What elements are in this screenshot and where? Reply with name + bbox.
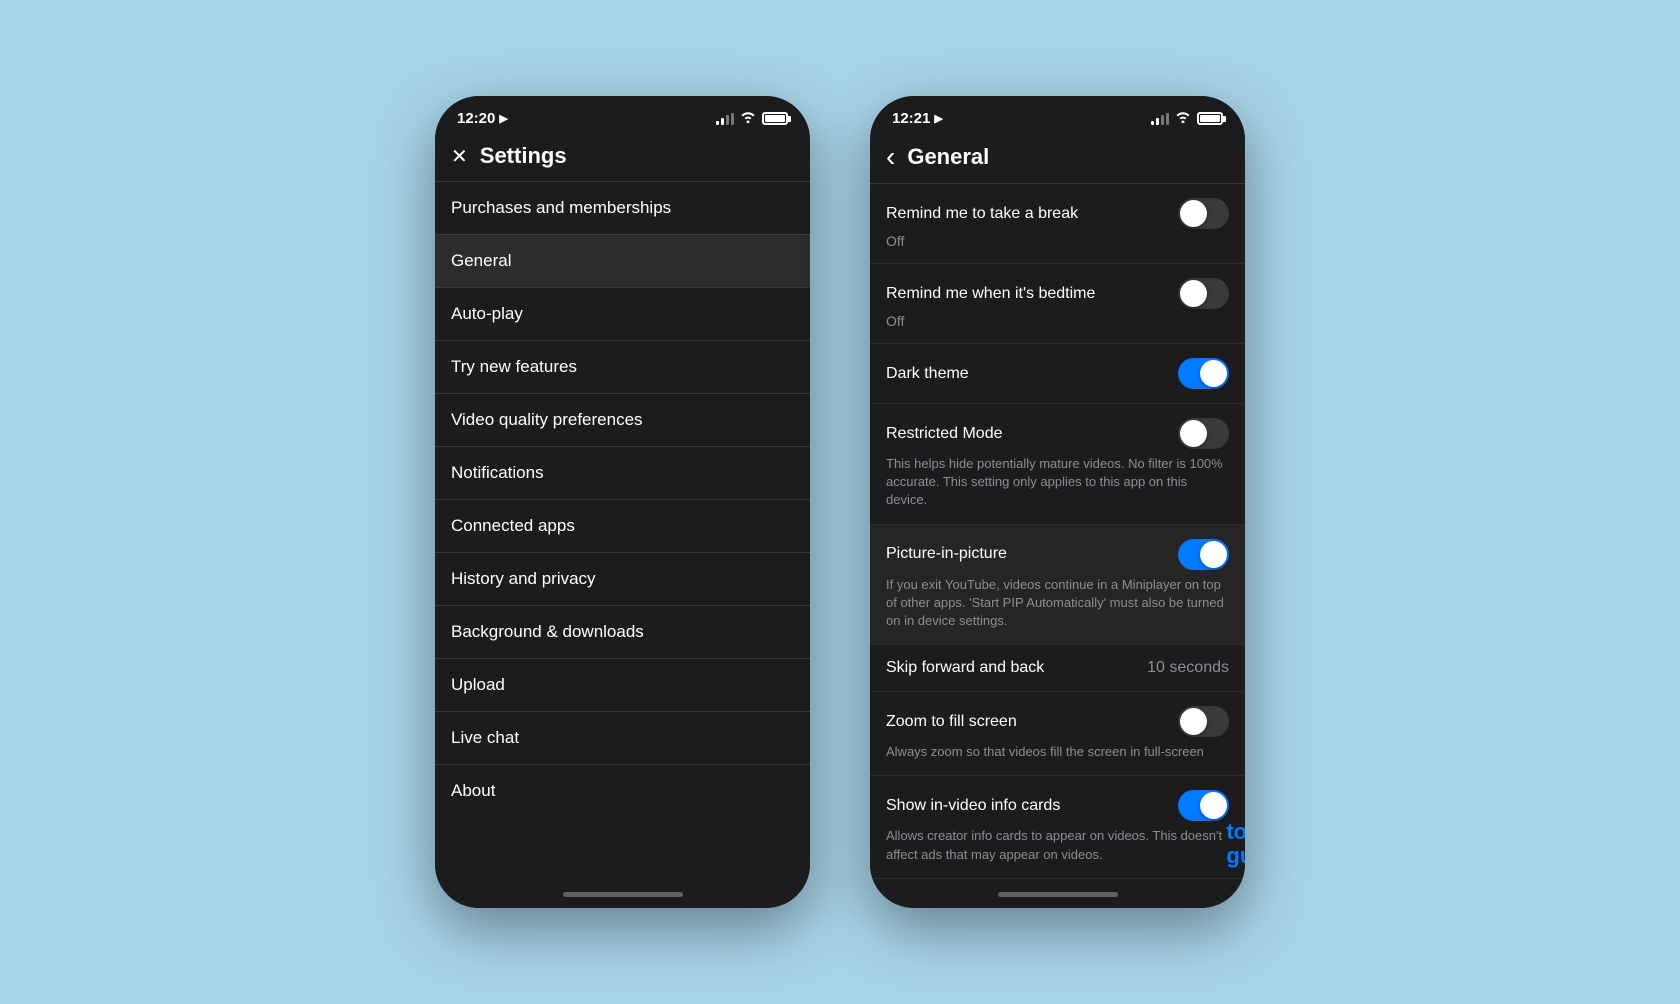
setting-dark-theme: Dark theme	[870, 344, 1245, 404]
right-signal-icon	[1151, 113, 1169, 125]
dark-theme-label: Dark theme	[886, 365, 969, 383]
signal-bar-1	[716, 121, 719, 125]
dark-theme-knob	[1200, 360, 1227, 387]
skip-value: 10 seconds	[1147, 659, 1229, 677]
menu-item-video-quality[interactable]: Video quality preferences	[435, 394, 810, 446]
setting-skip[interactable]: Skip forward and back 10 seconds	[870, 645, 1245, 692]
setting-info-cards-row: Show in-video info cards	[886, 790, 1229, 821]
remind-break-toggle[interactable]	[1178, 198, 1229, 229]
right-time-text: 12:21	[892, 110, 930, 127]
left-status-icons	[716, 111, 788, 126]
right-status-bar: 12:21 ▶	[870, 96, 1245, 135]
setting-zoom: Zoom to fill screen Always zoom so that …	[870, 692, 1245, 776]
setting-skip-row: Skip forward and back 10 seconds	[886, 659, 1229, 677]
menu-item-try-features[interactable]: Try new features	[435, 341, 810, 393]
home-bar	[563, 892, 683, 897]
right-signal-bar-3	[1161, 115, 1164, 125]
right-battery-icon	[1197, 112, 1223, 125]
setting-remind-bedtime-row: Remind me when it's bedtime	[886, 278, 1229, 309]
signal-bar-4	[731, 113, 734, 125]
battery-fill	[765, 115, 785, 122]
setting-restricted-mode-row: Restricted Mode	[886, 418, 1229, 449]
pip-toggle[interactable]	[1178, 539, 1229, 570]
close-icon[interactable]: ✕	[451, 144, 468, 169]
remind-break-label: Remind me to take a break	[886, 205, 1078, 223]
menu-item-background[interactable]: Background & downloads	[435, 606, 810, 658]
general-title: General	[907, 144, 989, 170]
general-header: ‹ General	[870, 135, 1245, 183]
signal-icon	[716, 113, 734, 125]
settings-title: Settings	[480, 143, 567, 169]
menu-item-live-chat[interactable]: Live chat	[435, 712, 810, 764]
remind-break-knob	[1180, 200, 1207, 227]
info-cards-toggle[interactable]	[1178, 790, 1229, 821]
setting-dark-theme-row: Dark theme	[886, 358, 1229, 389]
left-status-bar: 12:20 ▶	[435, 96, 810, 135]
restricted-mode-knob	[1180, 420, 1207, 447]
zoom-label: Zoom to fill screen	[886, 713, 1017, 731]
remind-break-sublabel: Off	[886, 233, 1229, 249]
pip-desc: If you exit YouTube, videos continue in …	[886, 576, 1229, 631]
zoom-knob	[1180, 708, 1207, 735]
menu-item-general[interactable]: General	[435, 235, 810, 287]
right-time: 12:21 ▶	[892, 110, 943, 127]
pip-knob	[1200, 541, 1227, 568]
time-text: 12:20	[457, 110, 495, 127]
signal-bar-2	[721, 118, 724, 125]
pip-label: Picture-in-picture	[886, 545, 1007, 563]
general-settings-list: Remind me to take a break Off Remind me …	[870, 184, 1245, 880]
right-home-bar	[998, 892, 1118, 897]
right-wifi-icon	[1175, 111, 1191, 126]
settings-list: Purchases and memberships General Auto-p…	[435, 182, 810, 880]
skip-label: Skip forward and back	[886, 659, 1044, 677]
menu-item-about[interactable]: About	[435, 765, 810, 817]
info-cards-label: Show in-video info cards	[886, 797, 1060, 815]
restricted-mode-toggle[interactable]	[1178, 418, 1229, 449]
right-signal-bar-2	[1156, 118, 1159, 125]
left-phone: 12:20 ▶ ✕ Settings Pu	[435, 96, 810, 908]
back-button[interactable]: ‹	[886, 143, 895, 171]
setting-pip: Picture-in-picture If you exit YouTube, …	[870, 525, 1245, 646]
signal-bar-3	[726, 115, 729, 125]
menu-item-history-privacy[interactable]: History and privacy	[435, 553, 810, 605]
home-indicator	[435, 880, 810, 908]
right-home-indicator	[870, 880, 1245, 908]
setting-remind-bedtime: Remind me when it's bedtime Off	[870, 264, 1245, 344]
menu-item-notifications[interactable]: Notifications	[435, 447, 810, 499]
location-icon: ▶	[499, 112, 507, 125]
left-time: 12:20 ▶	[457, 110, 508, 127]
remind-bedtime-sublabel: Off	[886, 313, 1229, 329]
menu-item-autoplay[interactable]: Auto-play	[435, 288, 810, 340]
setting-remind-break-row: Remind me to take a break	[886, 198, 1229, 229]
right-location-icon: ▶	[934, 112, 942, 125]
restricted-mode-label: Restricted Mode	[886, 425, 1003, 443]
menu-item-purchases[interactable]: Purchases and memberships	[435, 182, 810, 234]
right-status-icons	[1151, 111, 1223, 126]
zoom-desc: Always zoom so that videos fill the scre…	[886, 743, 1229, 761]
dark-theme-toggle[interactable]	[1178, 358, 1229, 389]
setting-pip-row: Picture-in-picture	[886, 539, 1229, 570]
remind-bedtime-toggle[interactable]	[1178, 278, 1229, 309]
restricted-mode-desc: This helps hide potentially mature video…	[886, 455, 1229, 510]
menu-item-upload[interactable]: Upload	[435, 659, 810, 711]
right-signal-bar-4	[1166, 113, 1169, 125]
right-battery-fill	[1200, 115, 1220, 122]
menu-item-connected-apps[interactable]: Connected apps	[435, 500, 810, 552]
setting-remind-break: Remind me to take a break Off	[870, 184, 1245, 264]
zoom-toggle[interactable]	[1178, 706, 1229, 737]
right-phone: 12:21 ▶ ‹ General	[870, 96, 1245, 908]
battery-icon	[762, 112, 788, 125]
setting-restricted-mode: Restricted Mode This helps hide potentia…	[870, 404, 1245, 525]
remind-bedtime-label: Remind me when it's bedtime	[886, 285, 1095, 303]
info-cards-knob	[1200, 792, 1227, 819]
settings-header: ✕ Settings	[435, 135, 810, 181]
remind-bedtime-knob	[1180, 280, 1207, 307]
setting-info-cards: Show in-video info cards Allows creator …	[870, 776, 1245, 878]
right-signal-bar-1	[1151, 121, 1154, 125]
setting-zoom-row: Zoom to fill screen	[886, 706, 1229, 737]
info-cards-desc: Allows creator info cards to appear on v…	[886, 827, 1229, 863]
wifi-icon	[740, 111, 756, 126]
